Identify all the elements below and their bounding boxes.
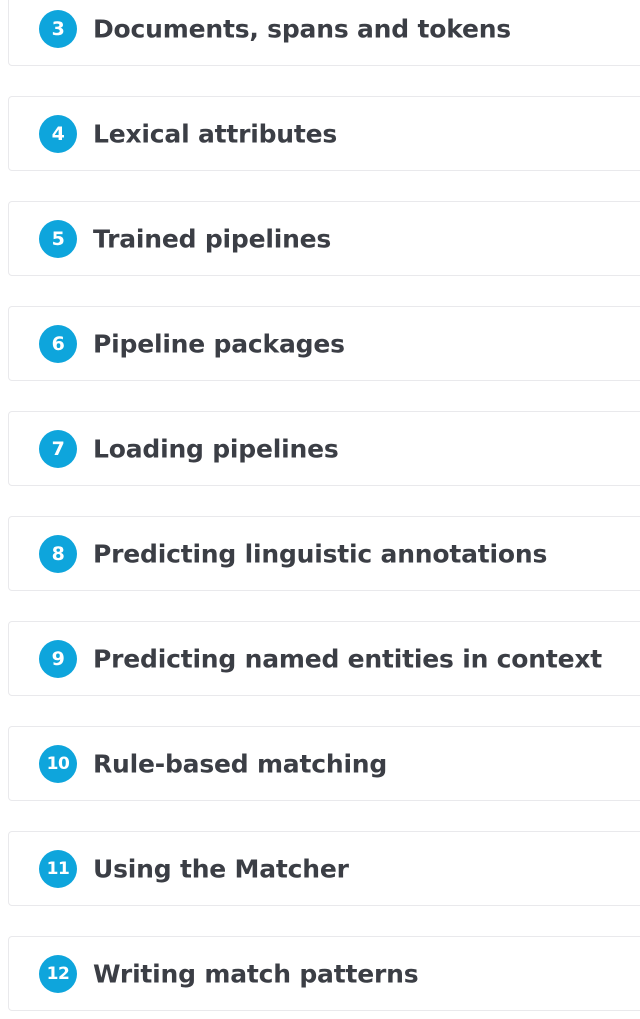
chapter-number-badge: 12: [39, 954, 77, 993]
chapter-item-3[interactable]: 3 Documents, spans and tokens: [8, 0, 640, 66]
page: 3 Documents, spans and tokens 4 Lexical …: [0, 0, 640, 1019]
chapter-item-12[interactable]: 12 Writing match patterns: [8, 936, 640, 1011]
chapter-number-badge: 10: [39, 744, 77, 783]
chapter-title: Using the Matcher: [93, 854, 349, 883]
chapter-title: Writing match patterns: [93, 959, 419, 988]
chapter-item-4[interactable]: 4 Lexical attributes: [8, 96, 640, 171]
chapter-item-8[interactable]: 8 Predicting linguistic annotations: [8, 516, 640, 591]
chapter-item-9[interactable]: 9 Predicting named entities in context: [8, 621, 640, 696]
chapter-item-5[interactable]: 5 Trained pipelines: [8, 201, 640, 276]
chapter-title: Predicting linguistic annotations: [93, 539, 548, 568]
chapter-title: Documents, spans and tokens: [93, 14, 511, 43]
chapter-number-badge: 5: [39, 219, 77, 258]
chapter-item-10[interactable]: 10 Rule-based matching: [8, 726, 640, 801]
chapter-item-6[interactable]: 6 Pipeline packages: [8, 306, 640, 381]
chapter-title: Trained pipelines: [93, 224, 332, 253]
chapter-number-badge: 8: [39, 534, 77, 573]
chapter-number-badge: 7: [39, 429, 77, 468]
chapter-title: Rule-based matching: [93, 749, 388, 778]
chapter-number-badge: 9: [39, 639, 77, 678]
chapter-title: Pipeline packages: [93, 329, 345, 358]
chapter-item-11[interactable]: 11 Using the Matcher: [8, 831, 640, 906]
chapter-number-badge: 6: [39, 324, 77, 363]
chapter-list: 3 Documents, spans and tokens 4 Lexical …: [0, 0, 640, 1019]
chapter-item-7[interactable]: 7 Loading pipelines: [8, 411, 640, 486]
chapter-title: Loading pipelines: [93, 434, 339, 463]
chapter-number-badge: 3: [39, 9, 77, 48]
chapter-number-badge: 11: [39, 849, 77, 888]
chapter-title: Predicting named entities in context: [93, 644, 603, 673]
chapter-title: Lexical attributes: [93, 119, 338, 148]
chapter-number-badge: 4: [39, 114, 77, 153]
